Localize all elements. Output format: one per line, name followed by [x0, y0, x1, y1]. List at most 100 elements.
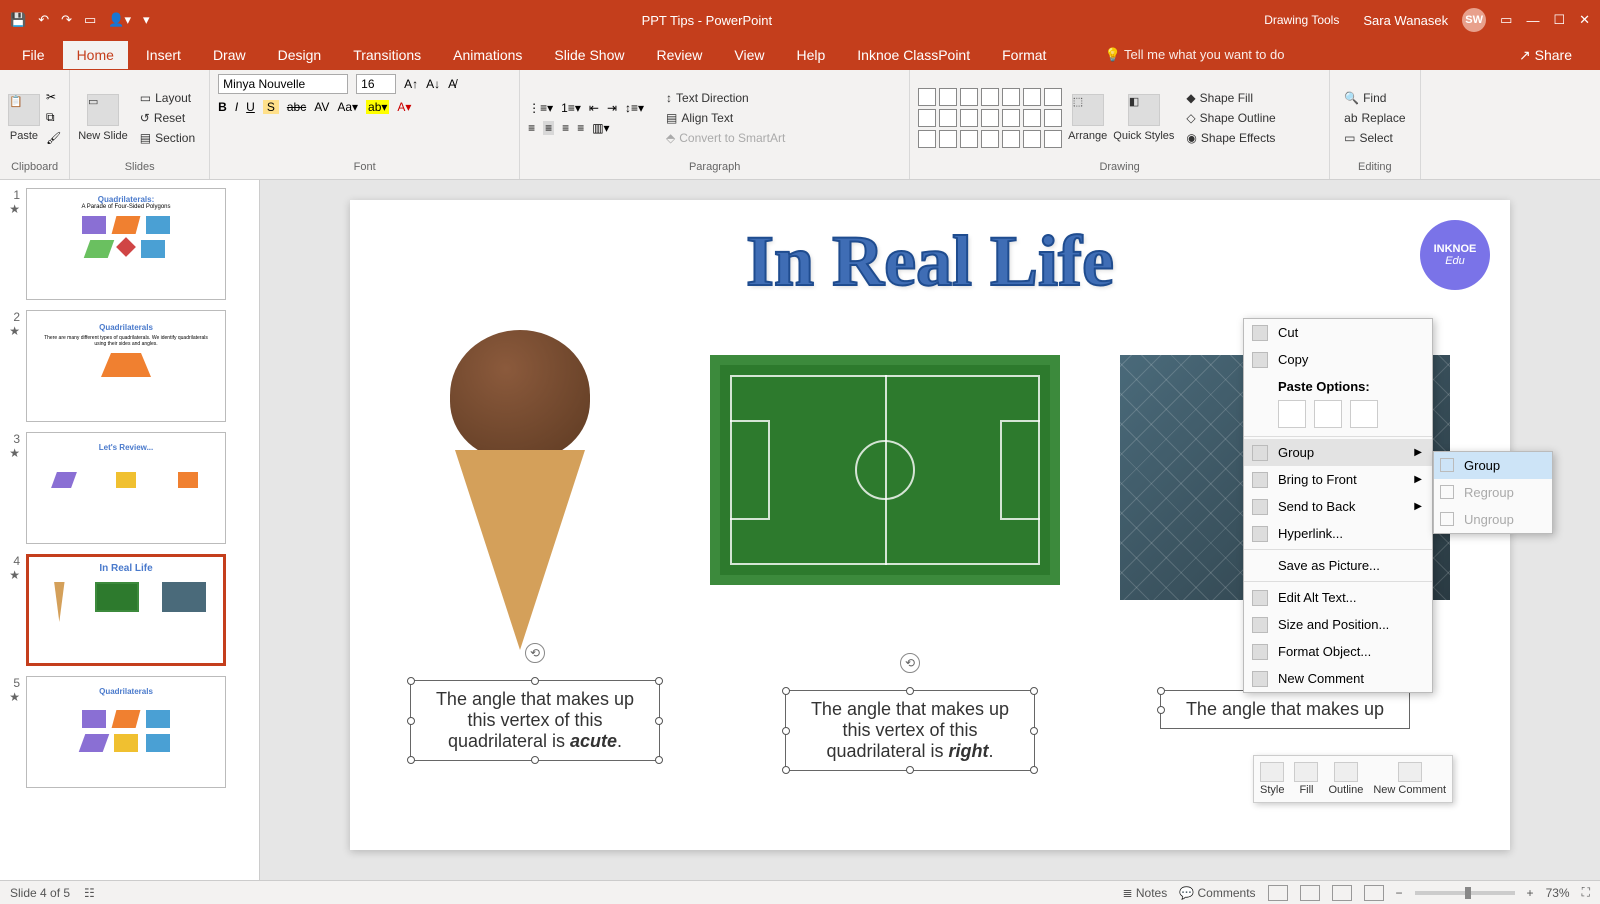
layout-button[interactable]: ▭ Layout — [134, 89, 201, 107]
copy-icon[interactable]: ⧉ — [46, 110, 61, 125]
underline-button[interactable]: U — [246, 100, 255, 114]
align-center-icon[interactable]: ≡ — [543, 121, 554, 135]
shape-effects-button[interactable]: ◉ Shape Effects — [1180, 129, 1281, 147]
ctx-new-comment[interactable]: New Comment — [1244, 665, 1432, 692]
arrange-button[interactable]: ⬚Arrange — [1068, 94, 1107, 142]
select-button[interactable]: ▭ Select — [1338, 129, 1411, 147]
normal-view-icon[interactable] — [1268, 885, 1288, 901]
user-avatar[interactable]: SW — [1462, 8, 1486, 32]
accessibility-icon[interactable]: ☷ — [84, 886, 95, 900]
textbox-right[interactable]: ⟲ The angle that makes upthis vertex of … — [785, 690, 1035, 771]
paste-option-picture[interactable] — [1350, 400, 1378, 428]
new-slide-button[interactable]: ▭New Slide — [78, 94, 128, 142]
tab-classpoint[interactable]: Inknoe ClassPoint — [843, 41, 984, 69]
clear-format-icon[interactable]: A̸ — [448, 77, 456, 91]
zoom-in-icon[interactable]: + — [1527, 886, 1534, 900]
shape-outline-button[interactable]: ◇ Shape Outline — [1180, 109, 1281, 127]
tab-draw[interactable]: Draw — [199, 41, 260, 69]
mini-fill-button[interactable]: Fill — [1294, 762, 1318, 796]
zoom-slider[interactable] — [1415, 891, 1515, 895]
align-text-button[interactable]: ▤ Align Text — [660, 109, 791, 127]
cut-icon[interactable]: ✂ — [46, 90, 61, 104]
undo-icon[interactable]: ↶ — [38, 12, 49, 28]
share-button[interactable]: ↗ Share — [1519, 47, 1592, 64]
slideshow-qat-icon[interactable]: ▭ — [84, 12, 96, 28]
fit-window-icon[interactable]: ⛶ — [1582, 885, 1590, 900]
bullets-button[interactable]: ⋮≡▾ — [528, 101, 553, 115]
tab-animations[interactable]: Animations — [439, 41, 536, 69]
ribbon-display-icon[interactable]: ▭ — [1500, 12, 1512, 28]
strike-button[interactable]: abc — [287, 100, 306, 114]
thumb-slide-4[interactable]: 4★ In Real Life — [4, 554, 255, 666]
font-name-input[interactable] — [218, 74, 348, 94]
redo-icon[interactable]: ↷ — [61, 12, 72, 28]
columns-button[interactable]: ▥▾ — [592, 121, 609, 135]
paste-option-keep[interactable] — [1314, 400, 1342, 428]
textbox-third[interactable]: The angle that makes up — [1160, 690, 1410, 729]
ctx-alt-text[interactable]: Edit Alt Text... — [1244, 584, 1432, 611]
tab-format[interactable]: Format — [988, 41, 1060, 69]
text-direction-button[interactable]: ↕ Text Direction — [660, 89, 791, 107]
sorter-view-icon[interactable] — [1300, 885, 1320, 901]
replace-button[interactable]: ab Replace — [1338, 109, 1411, 127]
increase-indent-icon[interactable]: ⇥ — [607, 101, 617, 115]
tab-view[interactable]: View — [720, 41, 778, 69]
rotate-handle-icon[interactable]: ⟲ — [900, 653, 920, 673]
textbox-acute[interactable]: ⟲ The angle that makes upthis vertex of … — [410, 680, 660, 761]
reset-button[interactable]: ↺ Reset — [134, 109, 201, 127]
ctx-hyperlink[interactable]: Hyperlink... — [1244, 520, 1432, 547]
decrease-font-icon[interactable]: A↓ — [426, 77, 440, 91]
comments-button[interactable]: 💬 Comments — [1179, 886, 1255, 900]
increase-font-icon[interactable]: A↑ — [404, 77, 418, 91]
rotate-handle-icon[interactable]: ⟲ — [525, 643, 545, 663]
shape-fill-button[interactable]: ◆ Shape Fill — [1180, 89, 1281, 107]
justify-icon[interactable]: ≡ — [577, 121, 584, 135]
mini-outline-button[interactable]: Outline — [1328, 762, 1363, 796]
tab-home[interactable]: Home — [63, 41, 128, 69]
thumb-slide-1[interactable]: 1★ Quadrilaterals: A Parade of Four-Side… — [4, 188, 255, 300]
ctx-format-object[interactable]: Format Object... — [1244, 638, 1432, 665]
ctx-cut[interactable]: Cut — [1244, 319, 1432, 346]
thumb-slide-5[interactable]: 5★ Quadrilaterals — [4, 676, 255, 788]
zoom-out-icon[interactable]: − — [1396, 886, 1403, 900]
convert-smartart-button[interactable]: ⬘ Convert to SmartArt — [660, 129, 791, 147]
notes-button[interactable]: ≣ Notes — [1122, 886, 1167, 900]
slide-counter[interactable]: Slide 4 of 5 — [10, 886, 70, 900]
paste-button[interactable]: 📋Paste — [8, 94, 40, 142]
submenu-group[interactable]: Group — [1434, 452, 1552, 479]
thumb-slide-2[interactable]: 2★ Quadrilaterals There are many differe… — [4, 310, 255, 422]
change-case-button[interactable]: Aa▾ — [337, 100, 358, 114]
font-color-button[interactable]: A▾ — [397, 100, 411, 114]
ctx-bring-front[interactable]: Bring to Front▶ — [1244, 466, 1432, 493]
shadow-button[interactable]: S — [263, 100, 279, 114]
touch-mode-icon[interactable]: 👤▾ — [108, 12, 131, 28]
tab-file[interactable]: File — [8, 41, 59, 69]
paste-option-theme[interactable] — [1278, 400, 1306, 428]
align-right-icon[interactable]: ≡ — [562, 121, 569, 135]
drawing-tools-tab-label[interactable]: Drawing Tools — [1254, 9, 1349, 31]
char-spacing-button[interactable]: AV — [314, 100, 329, 114]
maximize-icon[interactable]: ☐ — [1553, 12, 1565, 28]
ctx-size-position[interactable]: Size and Position... — [1244, 611, 1432, 638]
slideshow-view-icon[interactable] — [1364, 885, 1384, 901]
ctx-group[interactable]: Group▶ — [1244, 439, 1432, 466]
bold-button[interactable]: B — [218, 100, 227, 114]
tab-design[interactable]: Design — [264, 41, 336, 69]
line-spacing-button[interactable]: ↕≡▾ — [625, 101, 644, 115]
ctx-save-picture[interactable]: Save as Picture... — [1244, 552, 1432, 579]
tab-transitions[interactable]: Transitions — [339, 41, 435, 69]
reading-view-icon[interactable] — [1332, 885, 1352, 901]
italic-button[interactable]: I — [235, 100, 238, 114]
decrease-indent-icon[interactable]: ⇤ — [589, 101, 599, 115]
mini-style-button[interactable]: Style — [1260, 762, 1284, 796]
align-left-icon[interactable]: ≡ — [528, 121, 535, 135]
tab-slideshow[interactable]: Slide Show — [540, 41, 638, 69]
tab-review[interactable]: Review — [642, 41, 716, 69]
slide-thumbnails-panel[interactable]: 1★ Quadrilaterals: A Parade of Four-Side… — [0, 180, 260, 880]
quick-styles-button[interactable]: ◧Quick Styles — [1113, 94, 1174, 142]
tab-help[interactable]: Help — [782, 41, 839, 69]
shapes-gallery[interactable] — [918, 88, 1062, 148]
ice-cream-image[interactable] — [430, 330, 610, 650]
thumb-slide-3[interactable]: 3★ Let's Review... — [4, 432, 255, 544]
ctx-copy[interactable]: Copy — [1244, 346, 1432, 373]
